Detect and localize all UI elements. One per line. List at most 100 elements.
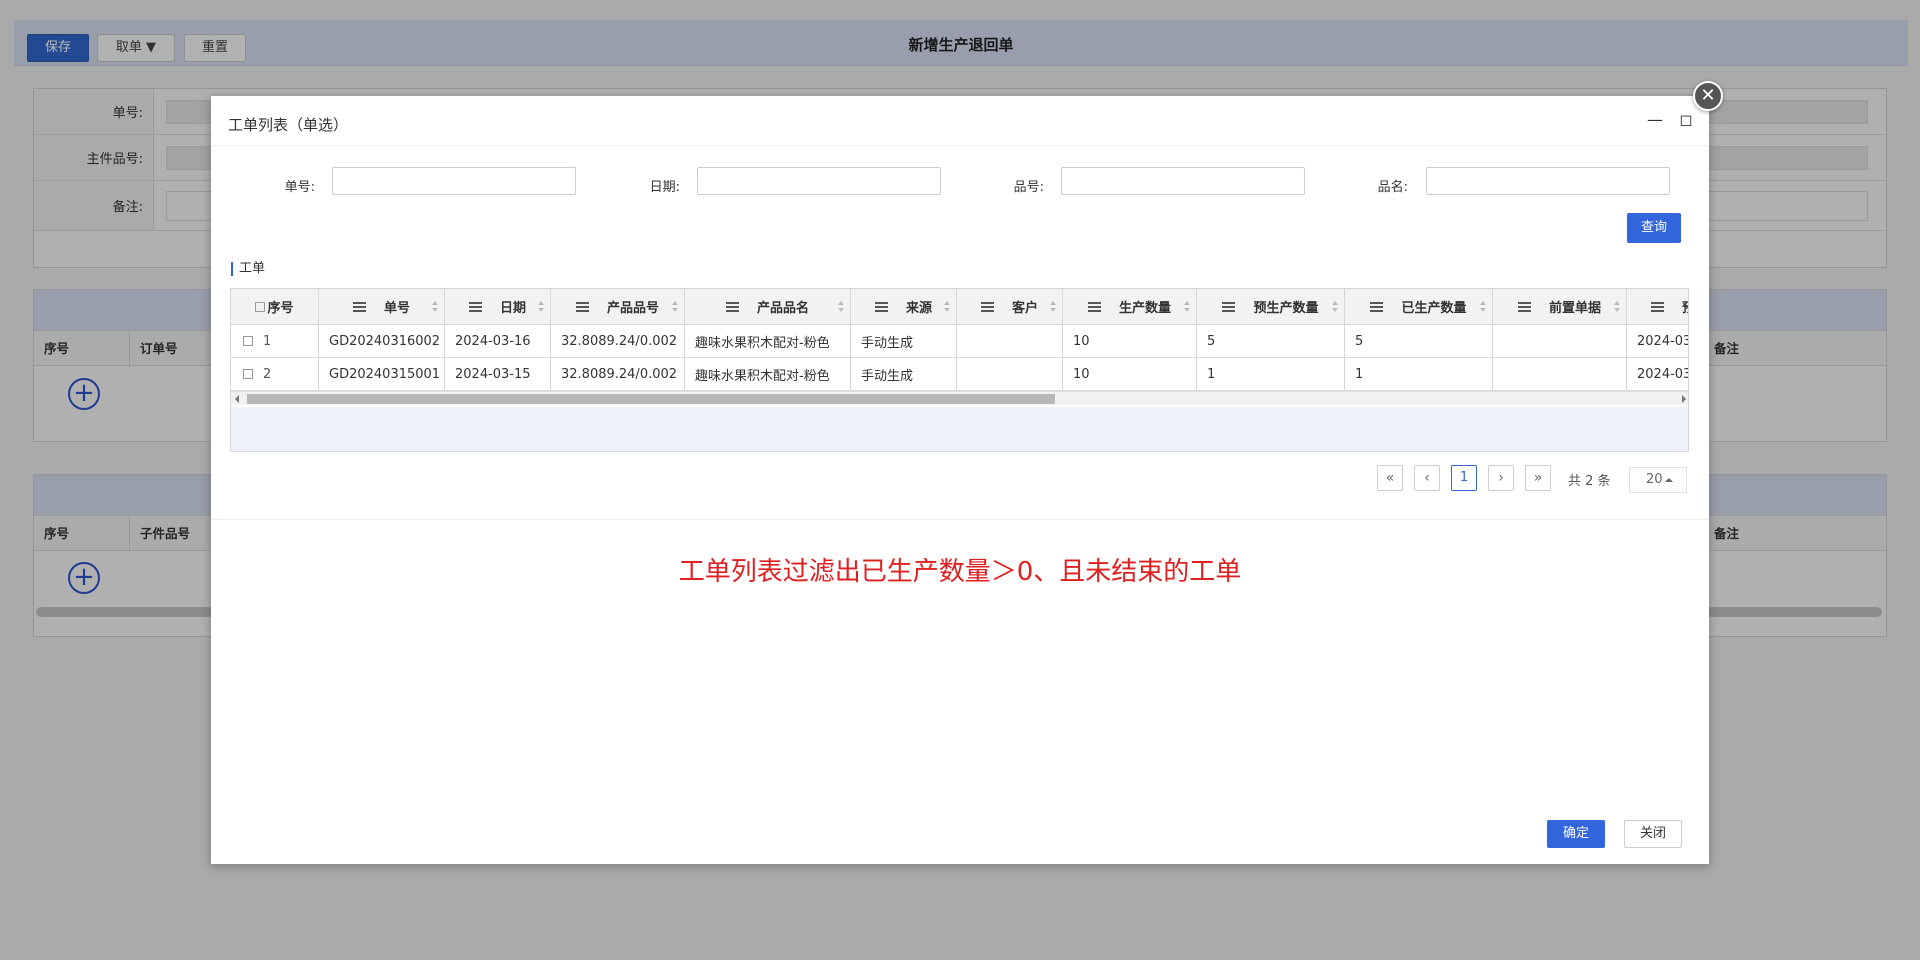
pager-total: 共 2 条	[1568, 474, 1611, 489]
pager-next-button[interactable]: ›	[1488, 465, 1514, 491]
confirm-button[interactable]: 确定	[1547, 820, 1605, 848]
pager-page-1[interactable]: 1	[1451, 465, 1477, 491]
row-done-qty: 5	[1345, 325, 1493, 357]
table-row[interactable]: 1 GD20240316002 2024-03-16 32.8089.24/0.…	[231, 325, 1688, 358]
row-order-no: GD20240315001	[319, 358, 445, 390]
column-menu-icon[interactable]	[725, 300, 739, 314]
grid-horizontal-scrollbar[interactable]	[231, 391, 1688, 405]
row-date: 2024-03-15	[445, 358, 551, 390]
row-seq: 2	[263, 366, 272, 382]
col-part-name-label: 产品品名	[756, 301, 809, 316]
search-date-label: 日期:	[649, 180, 680, 195]
scroll-left-icon[interactable]	[235, 395, 239, 403]
annotation-text: 工单列表过滤出已生产数量＞0、且未结束的工单	[678, 557, 1242, 587]
pager-last-button[interactable]: »	[1525, 465, 1551, 491]
col-qty-header[interactable]: 生产数量	[1063, 289, 1197, 324]
col-customer-header[interactable]: 客户	[957, 289, 1063, 324]
grid-empty-area	[231, 407, 1688, 451]
sort-icon[interactable]	[1480, 301, 1486, 313]
col-prev-doc-label: 前置单据	[1548, 301, 1601, 316]
page-size-select[interactable]: 20	[1629, 467, 1687, 493]
column-menu-icon[interactable]	[468, 300, 482, 314]
column-menu-icon[interactable]	[1517, 300, 1531, 314]
row-date: 2024-03-16	[445, 325, 551, 357]
col-part-no-label: 产品品号	[606, 301, 659, 316]
col-order-no-label: 单号	[383, 301, 410, 316]
row-pre-qty: 5	[1197, 325, 1345, 357]
scroll-thumb[interactable]	[247, 394, 1055, 404]
col-prev-doc-header[interactable]: 前置单据	[1493, 289, 1627, 324]
sort-icon[interactable]	[1332, 301, 1338, 313]
search-order-no-label: 单号:	[284, 180, 315, 195]
close-button[interactable]: 关闭	[1624, 820, 1682, 848]
column-menu-icon[interactable]	[1222, 300, 1236, 314]
search-order-no-input[interactable]	[332, 167, 576, 195]
column-menu-icon[interactable]	[575, 300, 589, 314]
close-icon[interactable]: ✕	[1693, 81, 1723, 111]
row-source: 手动生成	[851, 358, 957, 390]
query-button[interactable]: 查询	[1627, 213, 1681, 243]
row-checkbox[interactable]	[243, 369, 253, 379]
column-menu-icon[interactable]	[1651, 300, 1664, 314]
column-menu-icon[interactable]	[352, 300, 366, 314]
sort-icon[interactable]	[1050, 301, 1056, 313]
pager-first-button[interactable]: «	[1377, 465, 1403, 491]
col-source-label: 来源	[905, 301, 932, 316]
pager-prev-button[interactable]: ‹	[1414, 465, 1440, 491]
col-part-name-header[interactable]: 产品品名	[685, 289, 851, 324]
column-menu-icon[interactable]	[1087, 300, 1101, 314]
maximize-icon[interactable]: ◻	[1676, 110, 1696, 130]
search-part-no-input[interactable]	[1061, 167, 1305, 195]
col-customer-label: 客户	[1011, 301, 1038, 316]
col-next-label: 预	[1682, 297, 1688, 316]
col-seq-header[interactable]: 序号	[231, 289, 319, 324]
col-order-no-header[interactable]: 单号	[319, 289, 445, 324]
sort-icon[interactable]	[672, 301, 678, 313]
column-menu-icon[interactable]	[980, 300, 994, 314]
sort-icon[interactable]	[1184, 301, 1190, 313]
work-order-grid: 序号 单号 日期 产品品号 产品品名 来源 客户 生产数量 预生产数量 已生产数…	[230, 288, 1689, 452]
col-date-header[interactable]: 日期	[445, 289, 551, 324]
column-menu-icon[interactable]	[874, 300, 888, 314]
row-checkbox[interactable]	[243, 336, 253, 346]
row-customer	[957, 358, 1063, 390]
sort-icon[interactable]	[838, 301, 844, 313]
col-seq-label: 序号	[267, 301, 294, 316]
col-part-no-header[interactable]: 产品品号	[551, 289, 685, 324]
divider	[211, 519, 1709, 520]
search-date-input[interactable]	[697, 167, 941, 195]
row-qty: 10	[1063, 358, 1197, 390]
search-part-no-label: 品号:	[1013, 180, 1044, 195]
row-next: 2024-03	[1627, 325, 1688, 357]
minimize-icon[interactable]: —	[1645, 110, 1665, 130]
col-pre-qty-label: 预生产数量	[1253, 301, 1319, 316]
section-label: 工单	[231, 262, 265, 276]
column-menu-icon[interactable]	[1370, 300, 1384, 314]
row-part-name: 趣味水果积木配对-粉色	[685, 358, 851, 390]
row-qty: 10	[1063, 325, 1197, 357]
row-next: 2024-03	[1627, 358, 1688, 390]
sort-icon[interactable]	[432, 301, 438, 313]
dialog-title: 工单列表（单选）	[228, 116, 349, 134]
row-part-no: 32.8089.24/0.002	[551, 325, 685, 357]
col-qty-label: 生产数量	[1118, 301, 1171, 316]
col-source-header[interactable]: 来源	[851, 289, 957, 324]
sort-icon[interactable]	[944, 301, 950, 313]
row-seq: 1	[263, 333, 272, 349]
col-pre-qty-header[interactable]: 预生产数量	[1197, 289, 1345, 324]
sort-icon[interactable]	[1614, 301, 1620, 313]
col-next-header[interactable]: 预	[1627, 289, 1688, 324]
scroll-right-icon[interactable]	[1682, 395, 1686, 403]
work-order-dialog: 工单列表（单选） — ◻ ✕ 单号: 日期: 品号: 品名: 查询 工单 序号 …	[211, 81, 1723, 864]
select-all-checkbox[interactable]	[255, 301, 266, 312]
sort-icon[interactable]	[538, 301, 544, 313]
grid-header: 序号 单号 日期 产品品号 产品品名 来源 客户 生产数量 预生产数量 已生产数…	[231, 289, 1688, 325]
row-customer	[957, 325, 1063, 357]
col-done-qty-header[interactable]: 已生产数量	[1345, 289, 1493, 324]
search-part-name-input[interactable]	[1426, 167, 1670, 195]
page-size-value: 20	[1646, 472, 1663, 487]
table-row[interactable]: 2 GD20240315001 2024-03-15 32.8089.24/0.…	[231, 358, 1688, 391]
row-part-no: 32.8089.24/0.002	[551, 358, 685, 390]
row-seq-cell[interactable]: 2	[231, 358, 319, 390]
row-seq-cell[interactable]: 1	[231, 325, 319, 357]
